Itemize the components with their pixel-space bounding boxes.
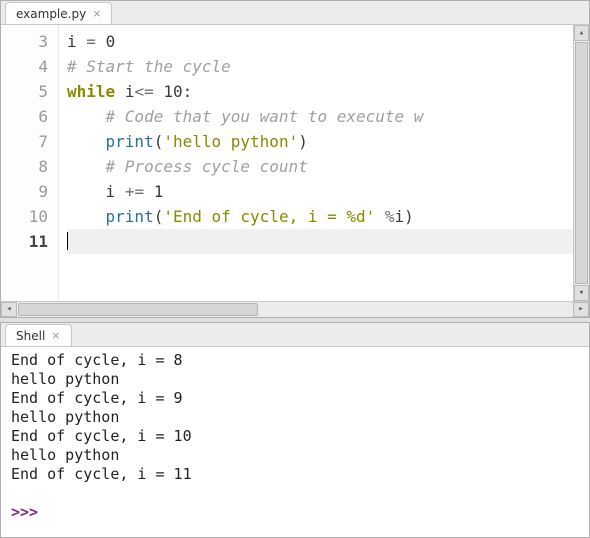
editor-tabbar: example.py ×: [1, 1, 589, 25]
code-line: i = 0: [67, 29, 589, 54]
shell-tabbar: Shell ×: [1, 323, 589, 347]
code-line: print('hello python'): [67, 129, 589, 154]
token-sp: [375, 207, 385, 226]
code-line: print('End of cycle, i = %d' %i): [67, 204, 589, 229]
token-sp: [115, 182, 125, 201]
chevron-up-icon[interactable]: ▴: [574, 25, 589, 41]
shell-line: hello python: [11, 370, 579, 389]
scrollbar-thumb[interactable]: [18, 303, 258, 316]
code-line: # Process cycle count: [67, 154, 589, 179]
line-number: 8: [1, 154, 48, 179]
token-sp: [154, 82, 164, 101]
tab-label: Shell: [16, 329, 45, 343]
code-line: while i<= 10:: [67, 79, 589, 104]
shell-line: hello python: [11, 446, 579, 465]
token-nm: (: [154, 207, 164, 226]
token-nm: ): [298, 132, 308, 151]
code-line: # Code that you want to execute w: [67, 104, 589, 129]
line-number: 6: [1, 104, 48, 129]
token-str: 'hello python': [163, 132, 298, 151]
token-sp: [67, 132, 106, 151]
token-op: +=: [125, 182, 144, 201]
chevron-right-icon[interactable]: ▸: [573, 302, 589, 317]
editor-vertical-scrollbar[interactable]: ▴ ▾: [573, 25, 589, 301]
line-number: 7: [1, 129, 48, 154]
chevron-left-icon[interactable]: ◂: [1, 302, 17, 317]
token-nm: i: [106, 182, 116, 201]
token-cm: # Process cycle count: [106, 157, 308, 176]
close-icon[interactable]: ×: [51, 330, 60, 341]
prompt-symbol: >>>: [11, 503, 47, 521]
code-area[interactable]: 34567891011 i = 0# Start the cyclewhile …: [1, 25, 589, 301]
token-fn: print: [106, 132, 154, 151]
shell-line: End of cycle, i = 10: [11, 427, 579, 446]
token-num: 0: [106, 32, 116, 51]
token-num: 1: [154, 182, 164, 201]
shell-prompt[interactable]: >>>: [11, 503, 579, 522]
scrollbar-thumb[interactable]: [575, 42, 588, 284]
tab-shell[interactable]: Shell ×: [5, 324, 72, 346]
code-text[interactable]: i = 0# Start the cyclewhile i<= 10: # Co…: [59, 25, 589, 301]
editor-horizontal-scrollbar[interactable]: ◂ ▸: [1, 301, 589, 317]
token-nm: (: [154, 132, 164, 151]
token-num: 10: [163, 82, 182, 101]
token-sp: [144, 182, 154, 201]
token-cm: # Start the cycle: [67, 57, 231, 76]
shell-line: hello python: [11, 408, 579, 427]
shell-pane: Shell × End of cycle, i = 8hello pythonE…: [0, 322, 590, 538]
token-sp: [67, 157, 106, 176]
line-number: 11: [1, 229, 48, 254]
token-sp: [115, 82, 125, 101]
token-sp: [96, 32, 106, 51]
token-fn: print: [106, 207, 154, 226]
shell-line: End of cycle, i = 11: [11, 465, 579, 484]
code-line: [67, 229, 589, 254]
token-str: 'End of cycle, i = %d': [163, 207, 375, 226]
token-cm: # Code that you want to execute w: [106, 107, 424, 126]
token-op: =: [86, 32, 96, 51]
tab-label: example.py: [16, 7, 86, 21]
code-line: i += 1: [67, 179, 589, 204]
tab-example-py[interactable]: example.py ×: [5, 2, 112, 24]
line-number: 3: [1, 29, 48, 54]
token-sp: [67, 182, 106, 201]
close-icon[interactable]: ×: [92, 8, 101, 19]
line-number: 5: [1, 79, 48, 104]
line-number: 4: [1, 54, 48, 79]
token-sp: [67, 107, 106, 126]
token-nm: :: [183, 82, 193, 101]
token-kw: while: [67, 82, 115, 101]
token-op: %: [385, 207, 395, 226]
token-sp: [67, 207, 106, 226]
chevron-down-icon[interactable]: ▾: [574, 285, 589, 301]
line-number-gutter: 34567891011: [1, 25, 59, 301]
editor-pane: example.py × 34567891011 i = 0# Start th…: [0, 0, 590, 318]
line-number: 9: [1, 179, 48, 204]
shell-line: End of cycle, i = 8: [11, 351, 579, 370]
code-line: # Start the cycle: [67, 54, 589, 79]
text-cursor: [67, 232, 68, 250]
token-nm: i: [125, 82, 135, 101]
token-nm: i: [67, 32, 77, 51]
token-op: <=: [134, 82, 153, 101]
shell-line: [11, 484, 579, 503]
token-nm: i): [395, 207, 414, 226]
shell-output[interactable]: End of cycle, i = 8hello pythonEnd of cy…: [1, 347, 589, 537]
shell-line: End of cycle, i = 9: [11, 389, 579, 408]
token-sp: [77, 32, 87, 51]
line-number: 10: [1, 204, 48, 229]
